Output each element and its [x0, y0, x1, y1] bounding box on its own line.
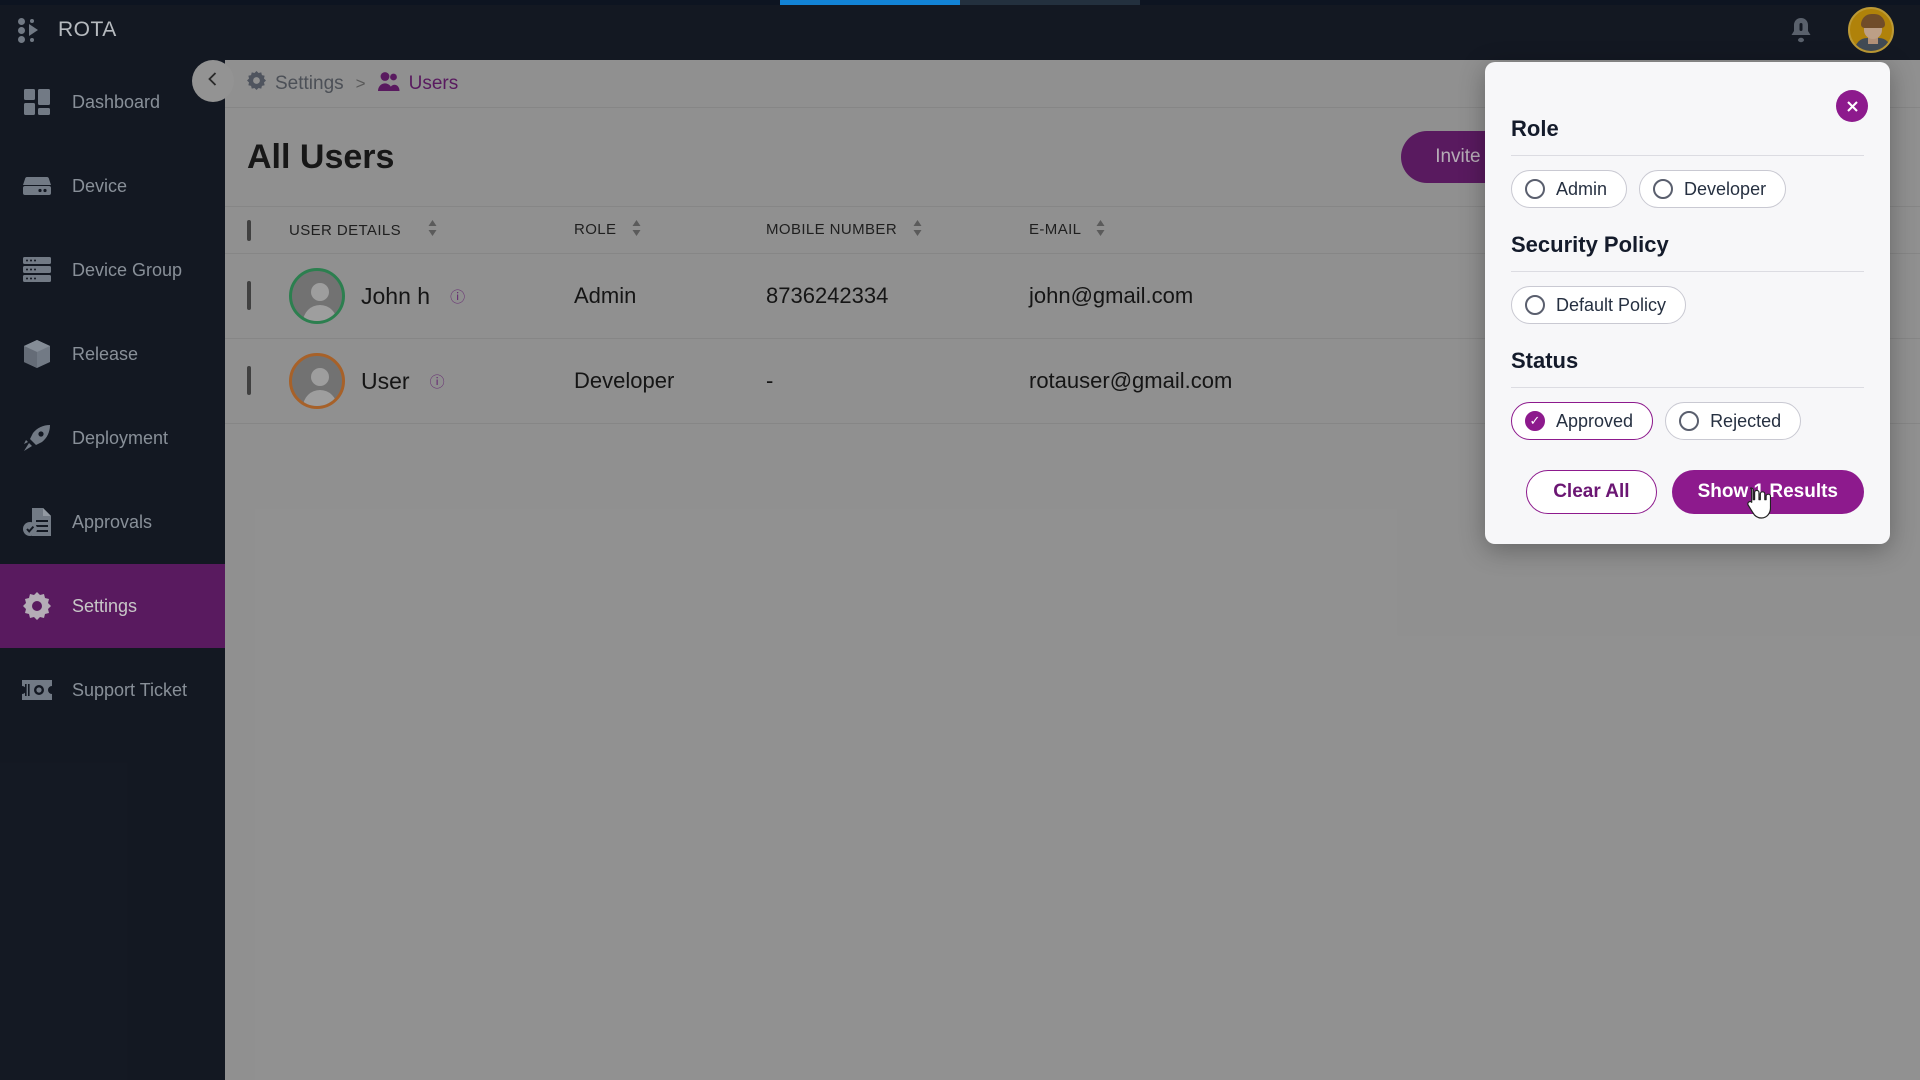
filter-chip-default-policy[interactable]: Default Policy — [1511, 286, 1687, 324]
status-options: ✓ Approved Rejected — [1511, 402, 1864, 440]
filter-chip-developer[interactable]: Developer — [1639, 170, 1787, 208]
filter-chip-rejected[interactable]: Rejected — [1665, 402, 1802, 440]
section-label: Role — [1511, 116, 1559, 141]
divider — [1511, 155, 1864, 156]
clear-all-button[interactable]: Clear All — [1526, 470, 1657, 514]
filter-section-security-policy: Security Policy Default Policy — [1511, 230, 1864, 324]
filter-chip-admin[interactable]: Admin — [1511, 170, 1628, 208]
filter-panel-actions: Clear All Show 1 Results — [1511, 470, 1864, 514]
app-root: ROTA Dashboard Device Device Group Relea… — [0, 0, 1920, 1080]
radio-icon — [1525, 295, 1545, 315]
chip-label: Approved — [1556, 410, 1634, 431]
chip-label: Admin — [1556, 178, 1608, 199]
divider — [1511, 271, 1864, 272]
close-icon[interactable] — [1836, 90, 1868, 122]
divider — [1511, 387, 1864, 388]
radio-checked-icon: ✓ — [1525, 411, 1545, 431]
security-policy-options: Default Policy — [1511, 286, 1864, 324]
show-results-button[interactable]: Show 1 Results — [1671, 470, 1864, 514]
radio-icon — [1679, 411, 1700, 431]
filter-section-status: Status ✓ Approved Rejected — [1511, 346, 1864, 440]
chip-label: Rejected — [1710, 410, 1782, 431]
role-options: Admin Developer — [1511, 170, 1864, 208]
section-label: Security Policy — [1511, 232, 1669, 257]
chip-label: Developer — [1684, 178, 1767, 199]
radio-icon — [1653, 179, 1674, 199]
page-loading-progress — [0, 0, 1920, 5]
filter-panel: Role Admin Developer Security Policy Def — [1485, 62, 1890, 544]
filter-section-role: Role Admin Developer — [1511, 114, 1864, 208]
radio-icon — [1525, 179, 1545, 199]
section-label: Status — [1511, 348, 1579, 373]
chip-label: Default Policy — [1556, 294, 1667, 315]
progress-fill — [780, 0, 960, 5]
filter-chip-approved[interactable]: ✓ Approved — [1511, 402, 1654, 440]
